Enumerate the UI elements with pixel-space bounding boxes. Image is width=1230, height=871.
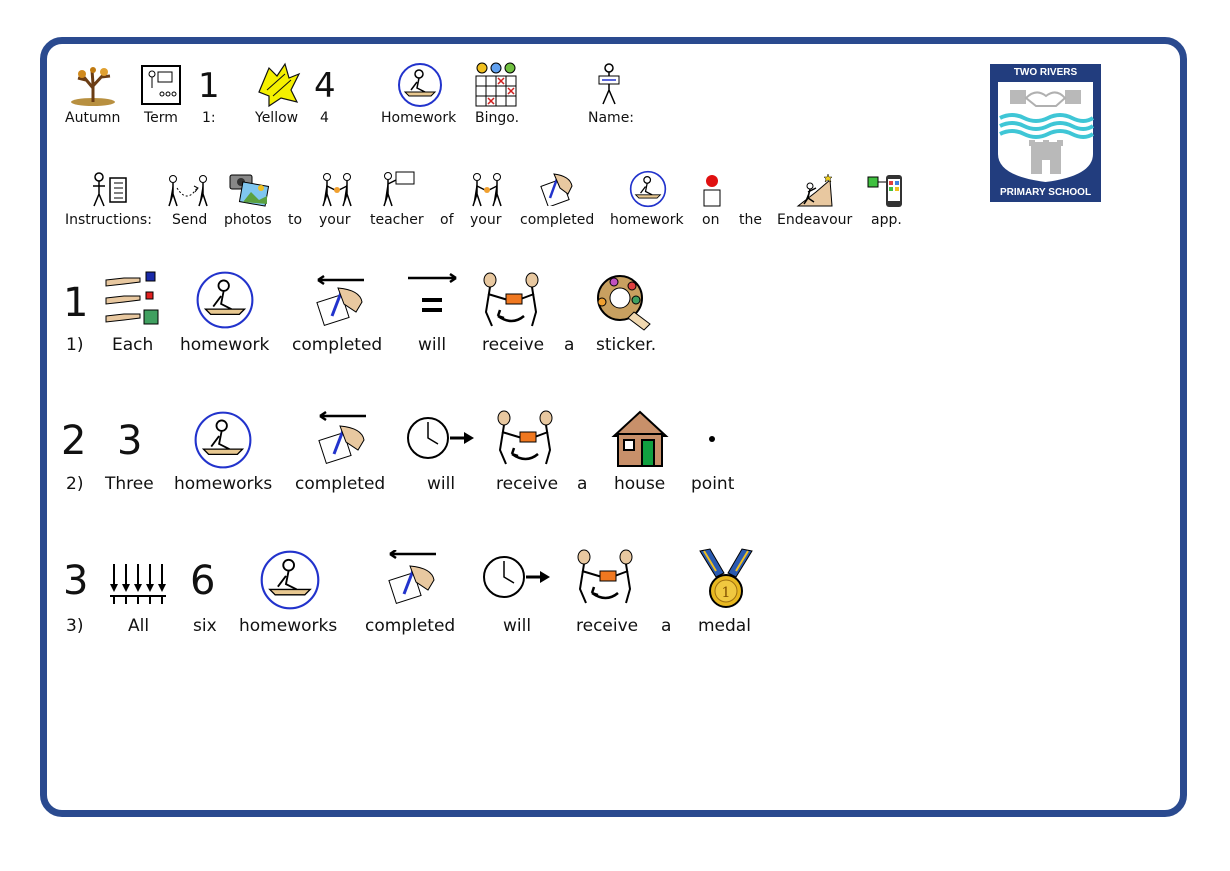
- label-of: of: [440, 212, 454, 228]
- shield-icon: [998, 82, 1095, 182]
- rule-2-label-house: house: [614, 474, 666, 494]
- rule-1-label-index: 1): [66, 335, 84, 355]
- label-to: to: [288, 212, 303, 228]
- rule-1-label-sticker: sticker.: [596, 335, 657, 355]
- rule-1-label-a: a: [564, 335, 575, 355]
- rule-1-label-homework: homework: [180, 335, 270, 355]
- rule-2-label-three: Three: [105, 474, 154, 494]
- number-4: 4: [314, 66, 336, 106]
- rule-1-label-completed: completed: [292, 335, 383, 355]
- rule-3-label-receive: receive: [576, 616, 639, 636]
- label-the: the: [739, 212, 762, 228]
- rule-2-label-homeworks: homeworks: [174, 474, 273, 494]
- rule-2-label-receive: receive: [496, 474, 559, 494]
- rule-3-label-index: 3): [66, 616, 84, 636]
- svg-text:1: 1: [722, 585, 731, 601]
- school-logo: TWO RIVERS PRIMARY SCHOOL: [990, 64, 1101, 202]
- label-bingo: Bingo.: [475, 110, 520, 126]
- rule-3-number: 3: [63, 558, 89, 604]
- label-instructions: Instructions:: [65, 212, 152, 228]
- label-1: 1:: [202, 110, 216, 126]
- label-yellow: Yellow: [255, 110, 299, 126]
- label-app: app.: [871, 212, 902, 228]
- rule-3-label-all: All: [128, 616, 150, 636]
- label-homework: Homework: [381, 110, 457, 126]
- rule-2-label-point: point: [691, 474, 735, 494]
- number-1: 1: [198, 66, 220, 106]
- rule-1-label-receive: receive: [482, 335, 545, 355]
- label-endeavour: Endeavour: [777, 212, 853, 228]
- rule-2-three-number: 3: [117, 418, 143, 464]
- rule-2-label-completed: completed: [295, 474, 386, 494]
- rule-3-label-completed: completed: [365, 616, 456, 636]
- rule-3-label-will: will: [503, 616, 532, 636]
- label-autumn: Autumn: [65, 110, 121, 126]
- rule-1-label-each: Each: [112, 335, 154, 355]
- label-completed: completed: [520, 212, 595, 228]
- rule-3-six-number: 6: [190, 558, 216, 604]
- rule-1-label-will: will: [418, 335, 447, 355]
- label-4: 4: [320, 110, 329, 126]
- rule-3-label-medal: medal: [698, 616, 751, 636]
- rule-3-label-six: six: [193, 616, 217, 636]
- rule-2-label-a: a: [577, 474, 588, 494]
- label-send: Send: [172, 212, 208, 228]
- label-on: on: [702, 212, 720, 228]
- label-your-2: your: [470, 212, 502, 228]
- rule-2-label-will: will: [427, 474, 456, 494]
- logo-top-text: TWO RIVERS: [1013, 67, 1078, 78]
- label-your: your: [319, 212, 351, 228]
- rule-3-label-homeworks: homeworks: [239, 616, 338, 636]
- label-homework-2: homework: [610, 212, 684, 228]
- label-term: Term: [144, 110, 178, 126]
- label-photos: photos: [224, 212, 272, 228]
- label-teacher: teacher: [370, 212, 424, 228]
- label-name: Name:: [588, 110, 635, 126]
- rule-2-label-index: 2): [66, 474, 84, 494]
- rule-1-number: 1: [63, 280, 89, 326]
- logo-bottom-text: PRIMARY SCHOOL: [999, 187, 1092, 198]
- rule-3-label-a: a: [661, 616, 672, 636]
- rule-2-number: 2: [61, 418, 87, 464]
